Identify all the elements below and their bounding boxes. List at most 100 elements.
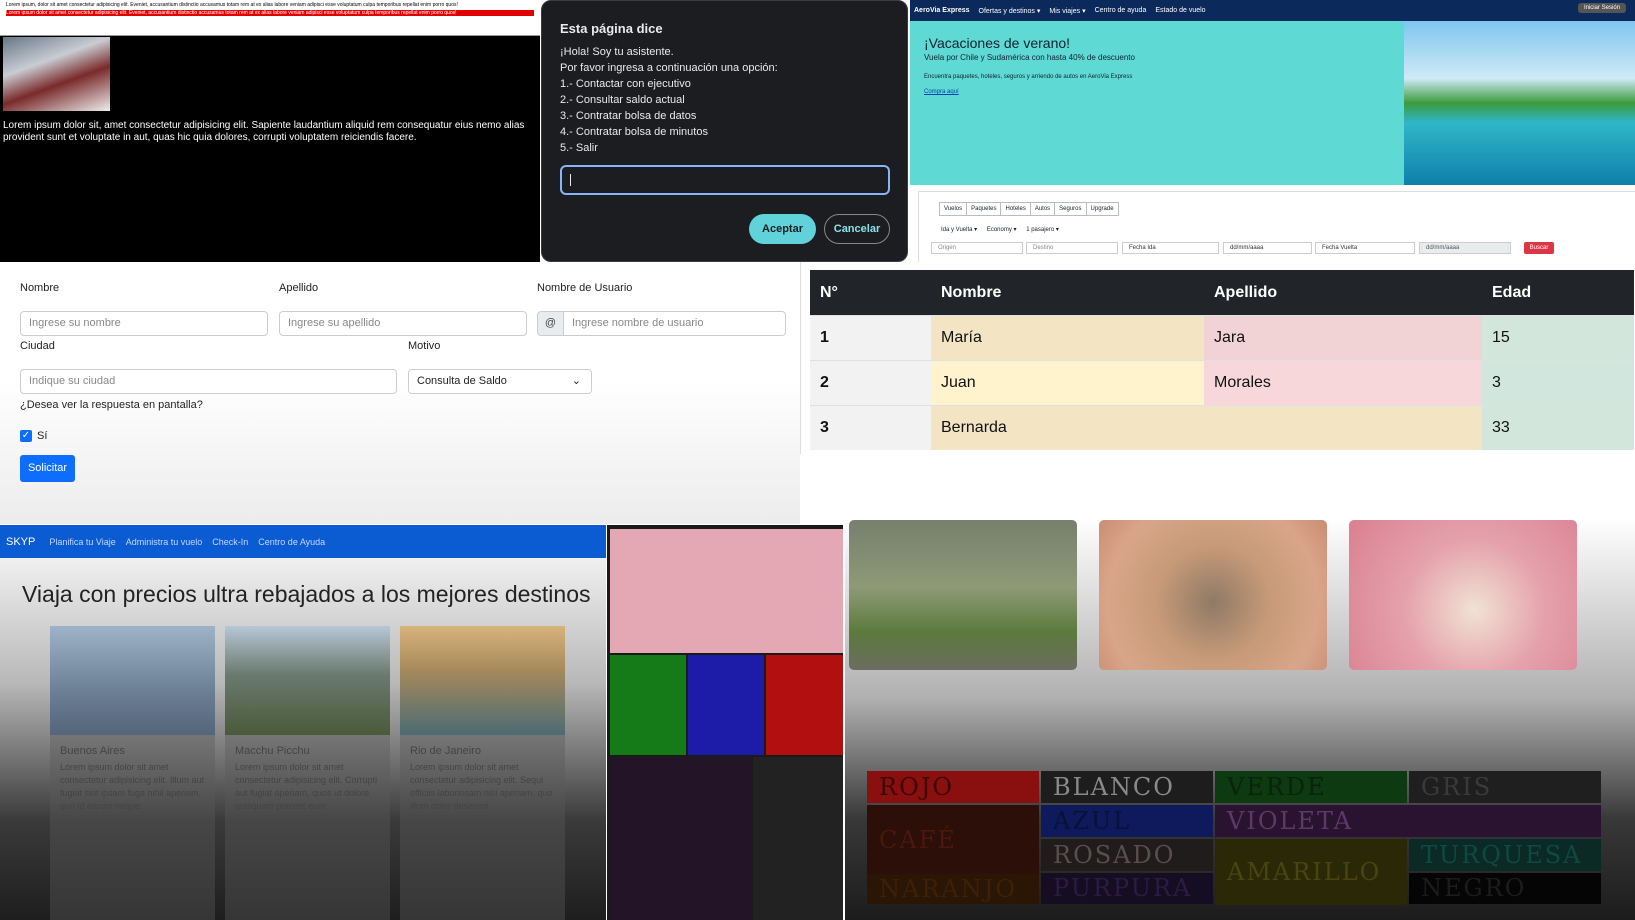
text-cursor [570,174,571,186]
color-word-verde: VERDE [1215,771,1407,803]
return-label: Fecha Vuelta [1315,242,1415,254]
dialog-line: 3.- Contratar bolsa de datos [560,110,697,122]
header-num: N° [810,270,931,316]
skyp-panel: SKYP Planifica tu Viaje Administra tu vu… [0,525,606,920]
departure-date-input[interactable]: dd/mm/aaaa [1223,242,1312,254]
cell-nombre: Bernarda [931,405,1482,450]
hero-link[interactable]: Compra aquí [924,89,959,95]
dialog-input[interactable] [560,165,890,195]
red-block [766,655,843,755]
nav-mis-viajes[interactable]: Mis viajes ▾ [1049,7,1085,15]
people-table: N° Nombre Apellido Edad 1 María Jara 15 … [810,270,1634,450]
nav-checkin[interactable]: Check-In [212,537,248,547]
rio-de-janeiro-image [400,626,565,735]
checkbox-label: Sí [37,430,48,442]
nav-estado-vuelo[interactable]: Estado de vuelo [1155,7,1205,14]
departure-label: Fecha Ida [1122,242,1219,254]
destination-input[interactable]: Destino [1026,242,1118,254]
cell-apellido: Jara [1204,315,1482,361]
checkbox-si[interactable]: ✓ [20,430,32,442]
lorem-panel: Lorem ipsum, dolor sit amet consectetur … [0,0,540,262]
cell-nombre: Juan [931,360,1204,406]
return-date-input[interactable]: dd/mm/aaaa [1419,242,1511,254]
card-text: Lorem ipsum dolor sit amet consectetur a… [410,762,553,811]
pink-block [610,529,843,653]
cell-edad: 3 [1482,360,1634,406]
origin-input[interactable]: Origen [931,242,1023,254]
destination-card[interactable]: Buenos Aires Lorem ipsum dolor sit amet … [50,626,215,920]
color-word-rosado: ROSADO [1041,839,1213,871]
gray-block [753,757,843,920]
tab-upgrade[interactable]: Upgrade [1085,202,1119,216]
pets-panel: ROJO BLANCO VERDE GRIS CAFÉ AZUL VIOLETA… [845,518,1635,920]
skyp-brand[interactable]: SKYP [6,536,35,548]
color-word-azul: AZUL [1041,805,1213,837]
ciudad-input[interactable]: Indique su ciudad [20,369,397,394]
color-word-violeta: VIOLETA [1215,805,1601,837]
hero-subtitle: Vuela por Chile y Sudamérica con hasta 4… [924,53,1135,62]
motivo-label: Motivo [408,340,441,352]
prompt-dialog: Esta página dice ¡Hola! Soy tu asistente… [541,0,908,262]
tab-vuelos[interactable]: Vuelos [939,202,968,216]
question-label: ¿Desea ver la respuesta en pantalla? [20,399,203,411]
color-word-rojo: ROJO [867,771,1039,803]
trophy-photo [3,37,110,111]
cancel-button[interactable]: Cancelar [824,214,890,244]
aerovia-panel: AeroVia Express Ofertas y destinos ▾ Mis… [910,0,1635,262]
cell-edad: 33 [1482,405,1634,450]
dialog-title: Esta página dice [560,21,663,36]
header-apellido: Apellido [1204,270,1482,316]
header-edad: Edad [1482,270,1634,316]
motivo-select[interactable]: Consulta de Saldo ⌄ [408,369,592,394]
table-row: 1 María Jara 15 [810,315,1634,361]
at-prefix: @ [537,311,564,336]
dogs-cat-image [1349,520,1577,670]
nav-administra[interactable]: Administra tu vuelo [126,537,203,547]
card-text: Lorem ipsum dolor sit amet consectetur a… [60,762,205,811]
color-word-purpura: PURPURA [1041,873,1213,904]
blue-block [688,655,764,755]
destination-card[interactable]: Macchu Picchu Lorem ipsum dolor sit amet… [225,626,390,920]
macchu-picchu-image [225,626,390,735]
destination-card[interactable]: Rio de Janeiro Lorem ipsum dolor sit ame… [400,626,565,920]
apellido-input[interactable]: Ingrese su apellido [279,311,527,336]
cell-apellido: Morales [1204,360,1482,406]
usuario-input[interactable]: Ingrese nombre de usuario [563,311,786,336]
motivo-value: Consulta de Saldo [417,375,507,387]
submit-button[interactable]: Solicitar [20,455,75,482]
scottish-fold-image [1099,520,1327,670]
skyp-navbar: SKYP Planifica tu Viaje Administra tu vu… [0,525,606,558]
nav-centro-ayuda[interactable]: Centro de ayuda [1095,7,1147,14]
table-row: 2 Juan Morales 3 [810,360,1634,406]
lorem-top-text: Lorem ipsum, dolor sit amet consectetur … [6,2,458,8]
accept-button[interactable]: Aceptar [749,214,816,244]
nav-ayuda[interactable]: Centro de Ayuda [258,537,325,547]
nombre-input[interactable]: Ingrese su nombre [20,311,268,336]
cell-nombre: María [931,315,1204,361]
login-button[interactable]: Iniciar Sesión [1577,3,1626,13]
card-title: Rio de Janeiro [410,745,481,757]
purple-block [610,757,751,920]
tab-paquetes[interactable]: Paquetes [966,202,1002,216]
tab-seguros[interactable]: Seguros [1054,202,1087,216]
nav-planifica[interactable]: Planifica tu Viaje [49,537,115,547]
green-block [610,655,686,755]
passengers-dropdown[interactable]: 1 pasajero ▾ [1026,227,1059,233]
nav-ofertas[interactable]: Ofertas y destinos ▾ [979,7,1041,15]
aerovia-brand[interactable]: AeroVia Express [914,7,970,14]
search-button[interactable]: Buscar [1524,242,1554,254]
color-word-blanco: BLANCO [1041,771,1213,803]
cell-num: 3 [810,405,931,450]
card-title: Buenos Aires [60,745,125,757]
tab-autos[interactable]: Autos [1029,202,1056,216]
header-nombre: Nombre [931,270,1204,316]
dialog-line: 2.- Consultar saldo actual [560,94,685,106]
people-table-panel: N° Nombre Apellido Edad 1 María Jara 15 … [800,262,1635,454]
skyp-headline: Viaja con precios ultra rebajados a los … [22,581,591,607]
trip-type-dropdown[interactable]: Ida y Vuelta ▾ [941,227,977,233]
color-grid-panel [607,525,843,920]
class-dropdown[interactable]: Economy ▾ [987,227,1017,233]
hero-text: Encuentra paquetes, hoteles, seguros y a… [924,74,1133,80]
chevron-down-icon: ⌄ [571,375,581,387]
tab-hoteles[interactable]: Hoteles [1000,202,1031,216]
